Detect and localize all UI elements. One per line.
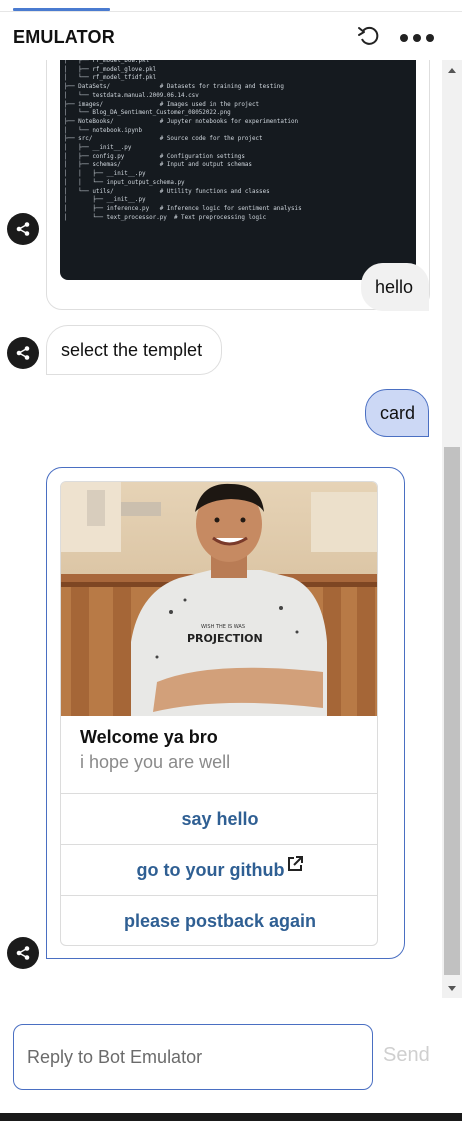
active-tab-indicator (13, 8, 110, 11)
reply-input[interactable] (13, 1024, 373, 1090)
card-image: PROJECTION WISH THE IS WAS (61, 482, 377, 716)
send-button[interactable]: Send (383, 1044, 430, 1067)
scroll-down-icon[interactable] (442, 980, 462, 996)
code-text: │ ├── rf_model_bow.pkl │ ├── rf_model_gl… (64, 60, 302, 221)
more-options-button[interactable] (398, 24, 436, 52)
button-label: say hello (181, 808, 259, 829)
window-bottom-border (0, 1113, 462, 1121)
card-subtitle: i hope you are well (80, 752, 231, 772)
scroll-up-icon[interactable] (442, 62, 462, 78)
page-title: EMULATOR (13, 27, 115, 47)
bot-message: select the templet (46, 325, 222, 375)
code-block: │ ├── rf_model_bow.pkl │ ├── rf_model_gl… (60, 60, 416, 280)
composer: Send (0, 998, 462, 1113)
hero-card: PROJECTION WISH THE IS WAS Welcome ya br… (60, 481, 378, 946)
share-icon[interactable] (7, 937, 39, 969)
postback-button[interactable]: please postback again (61, 895, 377, 945)
message-text: select the templet (61, 339, 203, 360)
user-message-selected[interactable]: card (365, 389, 429, 437)
restart-button[interactable] (355, 22, 383, 50)
github-link-button[interactable]: go to your github (61, 844, 377, 895)
emulator-window: EMULATOR │ ├── rf_model_bow.pkl │ ├── rf… (0, 0, 462, 1121)
button-label: please postback again (123, 910, 317, 931)
bot-message-card: PROJECTION WISH THE IS WAS Welcome ya br… (46, 467, 405, 959)
user-message: hello (361, 263, 429, 311)
scrollbar-thumb[interactable] (444, 447, 460, 975)
header: EMULATOR (0, 12, 462, 60)
more-horizontal-icon (400, 34, 434, 42)
chat-transcript[interactable]: │ ├── rf_model_bow.pkl │ ├── rf_model_gl… (0, 60, 442, 998)
message-text: card (380, 402, 416, 423)
chat-scrollbar[interactable] (442, 60, 462, 998)
share-icon[interactable] (7, 337, 39, 369)
external-link-icon (288, 856, 304, 871)
message-text: hello (375, 276, 414, 297)
svg-text:PROJECTION: PROJECTION (187, 632, 263, 645)
svg-text:WISH THE IS WAS: WISH THE IS WAS (201, 624, 245, 630)
say-hello-button[interactable]: say hello (61, 793, 377, 844)
top-tab-strip (0, 0, 462, 12)
button-label: go to your github (136, 859, 285, 880)
restart-icon (358, 26, 379, 45)
share-icon[interactable] (7, 213, 39, 245)
card-title: Welcome ya bro (80, 727, 218, 747)
